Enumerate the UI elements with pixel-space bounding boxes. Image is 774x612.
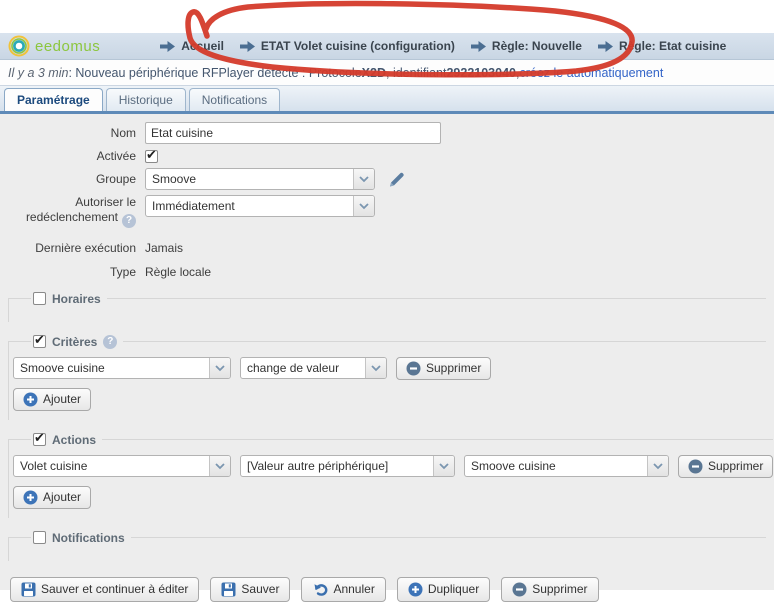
- activee-row: Activée: [8, 149, 766, 163]
- type-row: Type Règle locale: [8, 265, 766, 279]
- top-whitespace: [0, 0, 774, 33]
- breadcrumb-arrow-icon: [598, 41, 613, 52]
- nom-input[interactable]: [145, 122, 441, 144]
- help-icon[interactable]: ?: [122, 214, 136, 228]
- derniere-execution-value: Jamais: [145, 241, 183, 255]
- eedomus-logo-icon: [8, 35, 30, 57]
- notification-time: Il y a 3 min: [8, 66, 68, 80]
- rule-form: Nom Activée Groupe Smoove Autoriser le: [0, 114, 774, 590]
- chevron-down-icon: [647, 456, 668, 476]
- criteres-checkbox[interactable]: [33, 335, 46, 348]
- notifications-label: Notifications: [52, 531, 125, 545]
- section-horaires: Horaires: [8, 292, 766, 322]
- chevron-down-icon: [353, 169, 374, 189]
- plus-circle-icon: [408, 582, 423, 597]
- redeclenchement-label: Autoriser le redéclenchement?: [8, 195, 145, 228]
- plus-circle-icon: [23, 392, 38, 407]
- chevron-down-icon: [209, 456, 230, 476]
- help-icon[interactable]: ?: [103, 335, 117, 349]
- minus-circle-icon: [512, 582, 527, 597]
- eedomus-logo-text: eedomus: [35, 38, 100, 55]
- chevron-down-icon: [365, 358, 386, 378]
- notifications-checkbox[interactable]: [33, 531, 46, 544]
- notification-text: , identifiant: [386, 66, 446, 80]
- section-actions: Actions Volet cuisine [Valeur autre péri…: [8, 433, 773, 518]
- redeclenchement-select[interactable]: Immédiatement: [145, 195, 375, 217]
- breadcrumb-arrow-icon: [160, 41, 175, 52]
- notification-protocol: X2D: [362, 66, 386, 80]
- breadcrumb: Accueil ETAT Volet cuisine (configuratio…: [160, 39, 726, 53]
- edit-group-button[interactable]: [387, 170, 406, 189]
- save-icon: [221, 582, 236, 597]
- tab-strip: Paramétrage Historique Notifications: [0, 86, 774, 114]
- notification-identifier: 2922103040: [446, 66, 516, 80]
- action-device-select[interactable]: Volet cuisine: [13, 455, 231, 477]
- redeclenchement-row: Autoriser le redéclenchement? Immédiatem…: [8, 195, 766, 228]
- notification-text: : Nouveau périphérique RFPlayer détecté …: [68, 66, 361, 80]
- horaires-label: Horaires: [52, 292, 101, 306]
- tab-notifications[interactable]: Notifications: [189, 88, 280, 111]
- pencil-icon: [387, 170, 406, 189]
- derniere-execution-row: Dernière exécution Jamais: [8, 241, 766, 255]
- derniere-execution-label: Dernière exécution: [8, 241, 145, 255]
- create-device-link[interactable]: créez le automatiquement: [519, 66, 663, 80]
- action-delete-button[interactable]: Supprimer: [678, 455, 773, 478]
- save-and-continue-button[interactable]: Sauver et continuer à éditer: [10, 577, 199, 602]
- notification-bar: Il y a 3 min : Nouveau périphérique RFPl…: [0, 60, 774, 86]
- critere-delete-button[interactable]: Supprimer: [396, 357, 491, 380]
- tab-historique[interactable]: Historique: [106, 88, 186, 111]
- breadcrumb-item-regle-etat-cuisine[interactable]: Règle: Etat cuisine: [598, 39, 726, 53]
- save-icon: [21, 582, 36, 597]
- critere-condition-select[interactable]: change de valeur: [240, 357, 387, 379]
- plus-circle-icon: [23, 490, 38, 505]
- eedomus-logo[interactable]: eedomus: [8, 35, 100, 57]
- action-source-select[interactable]: Smoove cuisine: [464, 455, 669, 477]
- eedomus-rule-page: eedomus Accueil ETAT Volet cuisine (conf…: [0, 0, 774, 612]
- delete-button[interactable]: Supprimer: [501, 577, 598, 602]
- duplicate-button[interactable]: Dupliquer: [397, 577, 490, 602]
- actions-label: Actions: [52, 433, 96, 447]
- type-value: Règle locale: [145, 265, 211, 279]
- save-button[interactable]: Sauver: [210, 577, 290, 602]
- undo-arrow-icon: [312, 582, 328, 597]
- nom-label: Nom: [8, 126, 145, 140]
- critere-row: Smoove cuisine change de valeur Supprime…: [13, 357, 766, 380]
- cancel-button[interactable]: Annuler: [301, 577, 385, 602]
- breadcrumb-item-accueil[interactable]: Accueil: [160, 39, 224, 53]
- action-value-select[interactable]: [Valeur autre périphérique]: [240, 455, 455, 477]
- groupe-select[interactable]: Smoove: [145, 168, 375, 190]
- breadcrumb-arrow-icon: [240, 41, 255, 52]
- critere-add-button[interactable]: Ajouter: [13, 388, 91, 411]
- minus-circle-icon: [688, 459, 703, 474]
- groupe-row: Groupe Smoove: [8, 168, 766, 190]
- header-bar: eedomus Accueil ETAT Volet cuisine (conf…: [0, 33, 774, 60]
- nom-row: Nom: [8, 122, 766, 144]
- chevron-down-icon: [433, 456, 454, 476]
- activee-label: Activée: [8, 149, 145, 163]
- action-add-button[interactable]: Ajouter: [13, 486, 91, 509]
- section-notifications: Notifications: [8, 531, 766, 561]
- activee-checkbox[interactable]: [145, 150, 158, 163]
- groupe-label: Groupe: [8, 172, 145, 186]
- chevron-down-icon: [353, 196, 374, 216]
- minus-circle-icon: [406, 361, 421, 376]
- breadcrumb-arrow-icon: [471, 41, 486, 52]
- breadcrumb-item-regle-nouvelle[interactable]: Règle: Nouvelle: [471, 39, 582, 53]
- horaires-checkbox[interactable]: [33, 292, 46, 305]
- actions-checkbox[interactable]: [33, 433, 46, 446]
- section-criteres: Critères ? Smoove cuisine change de vale…: [8, 335, 766, 420]
- tab-parametrage[interactable]: Paramétrage: [4, 88, 103, 111]
- criteres-label: Critères: [52, 335, 97, 349]
- action-row: Volet cuisine [Valeur autre périphérique…: [13, 455, 773, 478]
- critere-device-select[interactable]: Smoove cuisine: [13, 357, 231, 379]
- chevron-down-icon: [209, 358, 230, 378]
- type-label: Type: [8, 265, 145, 279]
- breadcrumb-item-etat-volet-cuisine[interactable]: ETAT Volet cuisine (configuration): [240, 39, 455, 53]
